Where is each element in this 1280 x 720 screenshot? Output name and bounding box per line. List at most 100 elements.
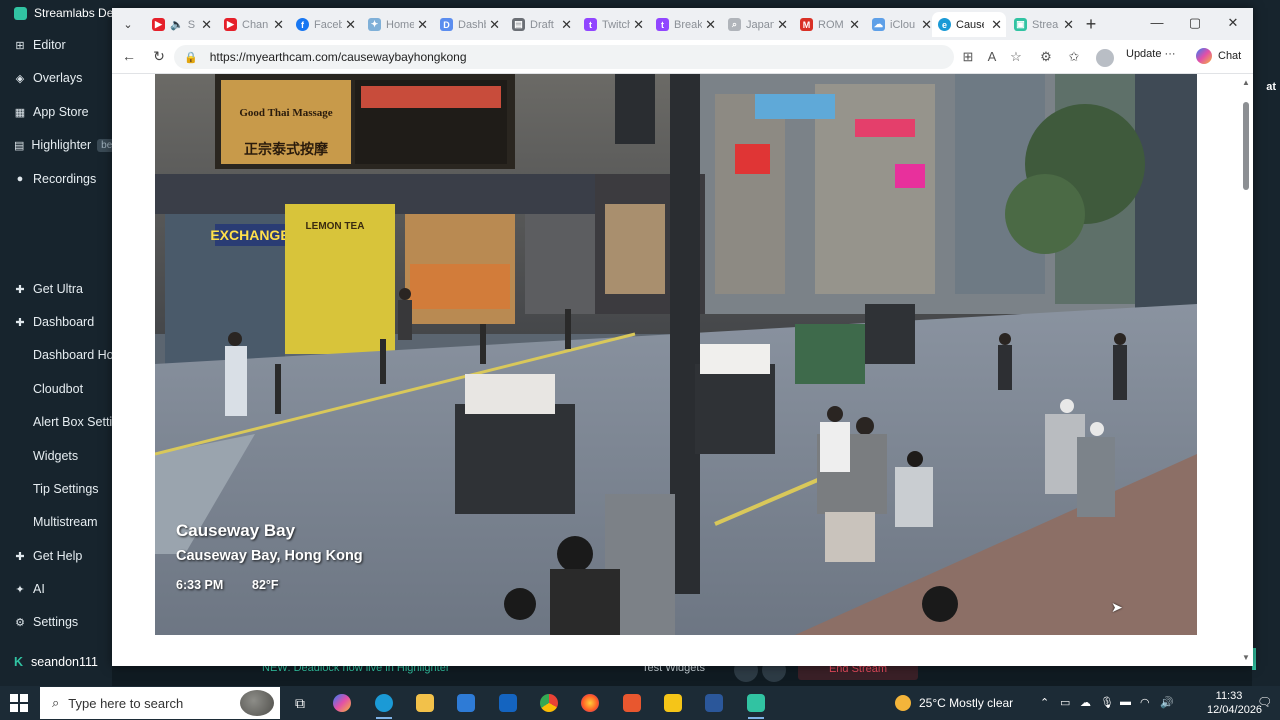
twitch-icon: t: [584, 18, 597, 31]
scroll-up-icon[interactable]: ▲: [1242, 78, 1250, 87]
copilot-chat-button[interactable]: Chat: [1196, 48, 1241, 64]
app-available-icon[interactable]: ⊞: [960, 49, 976, 65]
tab-twitch-break[interactable]: t Break ✕: [650, 12, 720, 37]
read-aloud-icon[interactable]: A: [984, 49, 1000, 64]
close-tab-icon[interactable]: ✕: [1063, 17, 1074, 33]
scroll-thumb[interactable]: [1243, 102, 1249, 190]
close-tab-icon[interactable]: ✕: [561, 17, 572, 33]
tab-twitch[interactable]: tTwitch✕: [578, 12, 648, 37]
minimize-icon[interactable]: —: [1147, 15, 1167, 30]
weather-widget[interactable]: 25°C Mostly clear: [895, 695, 1013, 711]
favorites-icon[interactable]: ✩: [1066, 49, 1082, 65]
profile-avatar[interactable]: [1096, 49, 1114, 67]
tab-youtube-2[interactable]: ▶ Chan ✕: [218, 12, 288, 37]
kick-logo-icon: K: [14, 655, 24, 669]
close-tab-icon[interactable]: ✕: [991, 17, 1002, 33]
sidebar-item-get-help[interactable]: ✚ Get Help: [0, 541, 112, 571]
windows-start-icon[interactable]: [10, 694, 28, 712]
edge-taskbar-icon[interactable]: [371, 690, 397, 719]
close-tab-icon[interactable]: ✕: [345, 17, 356, 33]
scroll-down-icon[interactable]: ▼: [1242, 653, 1250, 662]
chrome-icon[interactable]: [536, 690, 562, 716]
microsoft-store-icon[interactable]: [453, 690, 479, 716]
close-tab-icon[interactable]: ✕: [705, 17, 716, 33]
notification-center-icon[interactable]: 🗨: [1257, 695, 1272, 709]
sidebar-item-recordings[interactable]: ● Recordings: [0, 164, 112, 194]
url-text[interactable]: https://myearthcam.com/causewaybayhongko…: [210, 50, 467, 64]
streamlabs-icon: ▣: [1014, 18, 1027, 31]
sidebar-item-dashboard-home[interactable]: Dashboard Hon: [0, 340, 112, 370]
close-tab-icon[interactable]: ✕: [921, 17, 932, 33]
close-tab-icon[interactable]: ✕: [201, 17, 212, 33]
site-info-icon[interactable]: 🔒: [184, 51, 198, 64]
tab-dashboard[interactable]: DDashb✕: [434, 12, 504, 37]
volume-icon[interactable]: 🔊: [1160, 696, 1174, 709]
sidebar-item-alert-box[interactable]: Alert Box Settin: [0, 407, 112, 437]
media-player-icon[interactable]: [619, 690, 645, 716]
microphone-icon[interactable]: 🎙: [1100, 696, 1114, 709]
sidebar-item-dashboard[interactable]: ✚ Dashboard: [0, 307, 112, 337]
clock-time: 11:33: [1215, 690, 1243, 702]
system-clock[interactable]: 11:33 12/04/2026: [1207, 689, 1262, 717]
extensions-icon[interactable]: ⚙: [1038, 49, 1054, 65]
show-hidden-icons-chevron-icon[interactable]: ⌃: [1040, 696, 1049, 709]
sidebar-item-editor[interactable]: ⊞ Editor: [0, 30, 112, 60]
close-tab-icon[interactable]: ✕: [633, 17, 644, 33]
tab-home[interactable]: ✦ Home ✕: [362, 12, 432, 37]
sidebar-item-app-store[interactable]: ▦ App Store: [0, 97, 112, 127]
speaker-icon: 🔈: [170, 19, 184, 31]
lemon-tea-sign: LEMON TEA: [306, 221, 365, 232]
task-view-icon[interactable]: ⧉: [287, 690, 313, 716]
new-tab-plus-icon[interactable]: +: [1080, 14, 1102, 35]
battery-icon[interactable]: ▬: [1120, 696, 1131, 708]
taskbar-search-input[interactable]: ⌕ Type here to search: [40, 687, 280, 719]
wifi-icon[interactable]: ◠: [1140, 696, 1150, 709]
sticky-notes-icon[interactable]: [660, 690, 686, 716]
outlook-icon[interactable]: [495, 690, 521, 716]
file-explorer-icon[interactable]: [412, 690, 438, 716]
back-arrow-icon[interactable]: ←: [120, 48, 138, 64]
help-icon: ✚: [15, 550, 25, 563]
tab-search-japan[interactable]: ⌕ Japan ✕: [722, 12, 792, 37]
sidebar-item-get-ultra[interactable]: ✚ Get Ultra: [0, 274, 112, 304]
close-tab-icon[interactable]: ✕: [417, 17, 428, 33]
tab-icloud[interactable]: ☁ iClou ✕: [866, 12, 936, 37]
sidebar-item-overlays[interactable]: ◈ Overlays: [0, 63, 112, 93]
tab-youtube-1[interactable]: ▶ 🔈 S ✕: [146, 12, 216, 37]
copilot-taskbar-icon[interactable]: [329, 690, 355, 716]
tab-facebook[interactable]: f Faceb ✕: [290, 12, 360, 37]
user-profile[interactable]: K seandon111: [0, 648, 112, 676]
tab-streamlabs[interactable]: ▣ Strea ✕: [1008, 12, 1078, 37]
sidebar-item-settings[interactable]: ⚙ Settings: [0, 607, 112, 637]
tab-causeway-active[interactable]: eCause✕: [932, 12, 1006, 37]
firefox-icon[interactable]: [577, 690, 603, 716]
refresh-icon[interactable]: ↻: [150, 48, 168, 65]
sidebar-item-multistream[interactable]: Multistream: [0, 507, 112, 537]
page-scrollbar[interactable]: ▲ ▼: [1242, 78, 1250, 662]
close-tab-icon[interactable]: ✕: [273, 17, 284, 33]
sidebar-item-cloudbot[interactable]: Cloudbot: [0, 374, 112, 404]
close-tab-icon[interactable]: ✕: [849, 17, 860, 33]
sidebar-item-ai[interactable]: ✦ AI: [0, 574, 112, 604]
url-input[interactable]: 🔒 https://myearthcam.com/causewaybayhong…: [174, 45, 954, 69]
recordings-icon: ●: [16, 173, 24, 185]
sidebar-item-highlighter[interactable]: ▤ Highlighter be: [0, 130, 112, 160]
tab-gmail[interactable]: M ROM ✕: [794, 12, 864, 37]
word-icon[interactable]: [701, 690, 727, 716]
tab-draft[interactable]: ▤ Draft ✕: [506, 12, 576, 37]
close-window-icon[interactable]: ✕: [1223, 15, 1243, 31]
sidebar-item-tip-settings[interactable]: Tip Settings: [0, 474, 112, 504]
favorite-star-icon[interactable]: ☆: [1008, 49, 1024, 65]
tab-list-chevron-icon[interactable]: ⌄: [117, 14, 139, 34]
close-tab-icon[interactable]: ✕: [489, 17, 500, 33]
meet-now-icon[interactable]: ▭: [1060, 696, 1070, 709]
sidebar-item-widgets[interactable]: Widgets: [0, 441, 112, 471]
more-menu-icon[interactable]: ···: [1165, 48, 1176, 60]
webcam-video-player[interactable]: Good Thai Massage 正宗泰式按摩 EXCHANGE LEMON …: [155, 74, 1197, 635]
maximize-icon[interactable]: ▢: [1185, 15, 1205, 31]
thai-sign-en: Good Thai Massage: [239, 107, 332, 119]
onedrive-icon[interactable]: ☁: [1080, 696, 1091, 709]
update-button[interactable]: Update ···: [1126, 48, 1176, 60]
streamlabs-taskbar-icon[interactable]: [743, 690, 769, 719]
close-tab-icon[interactable]: ✕: [777, 17, 788, 33]
